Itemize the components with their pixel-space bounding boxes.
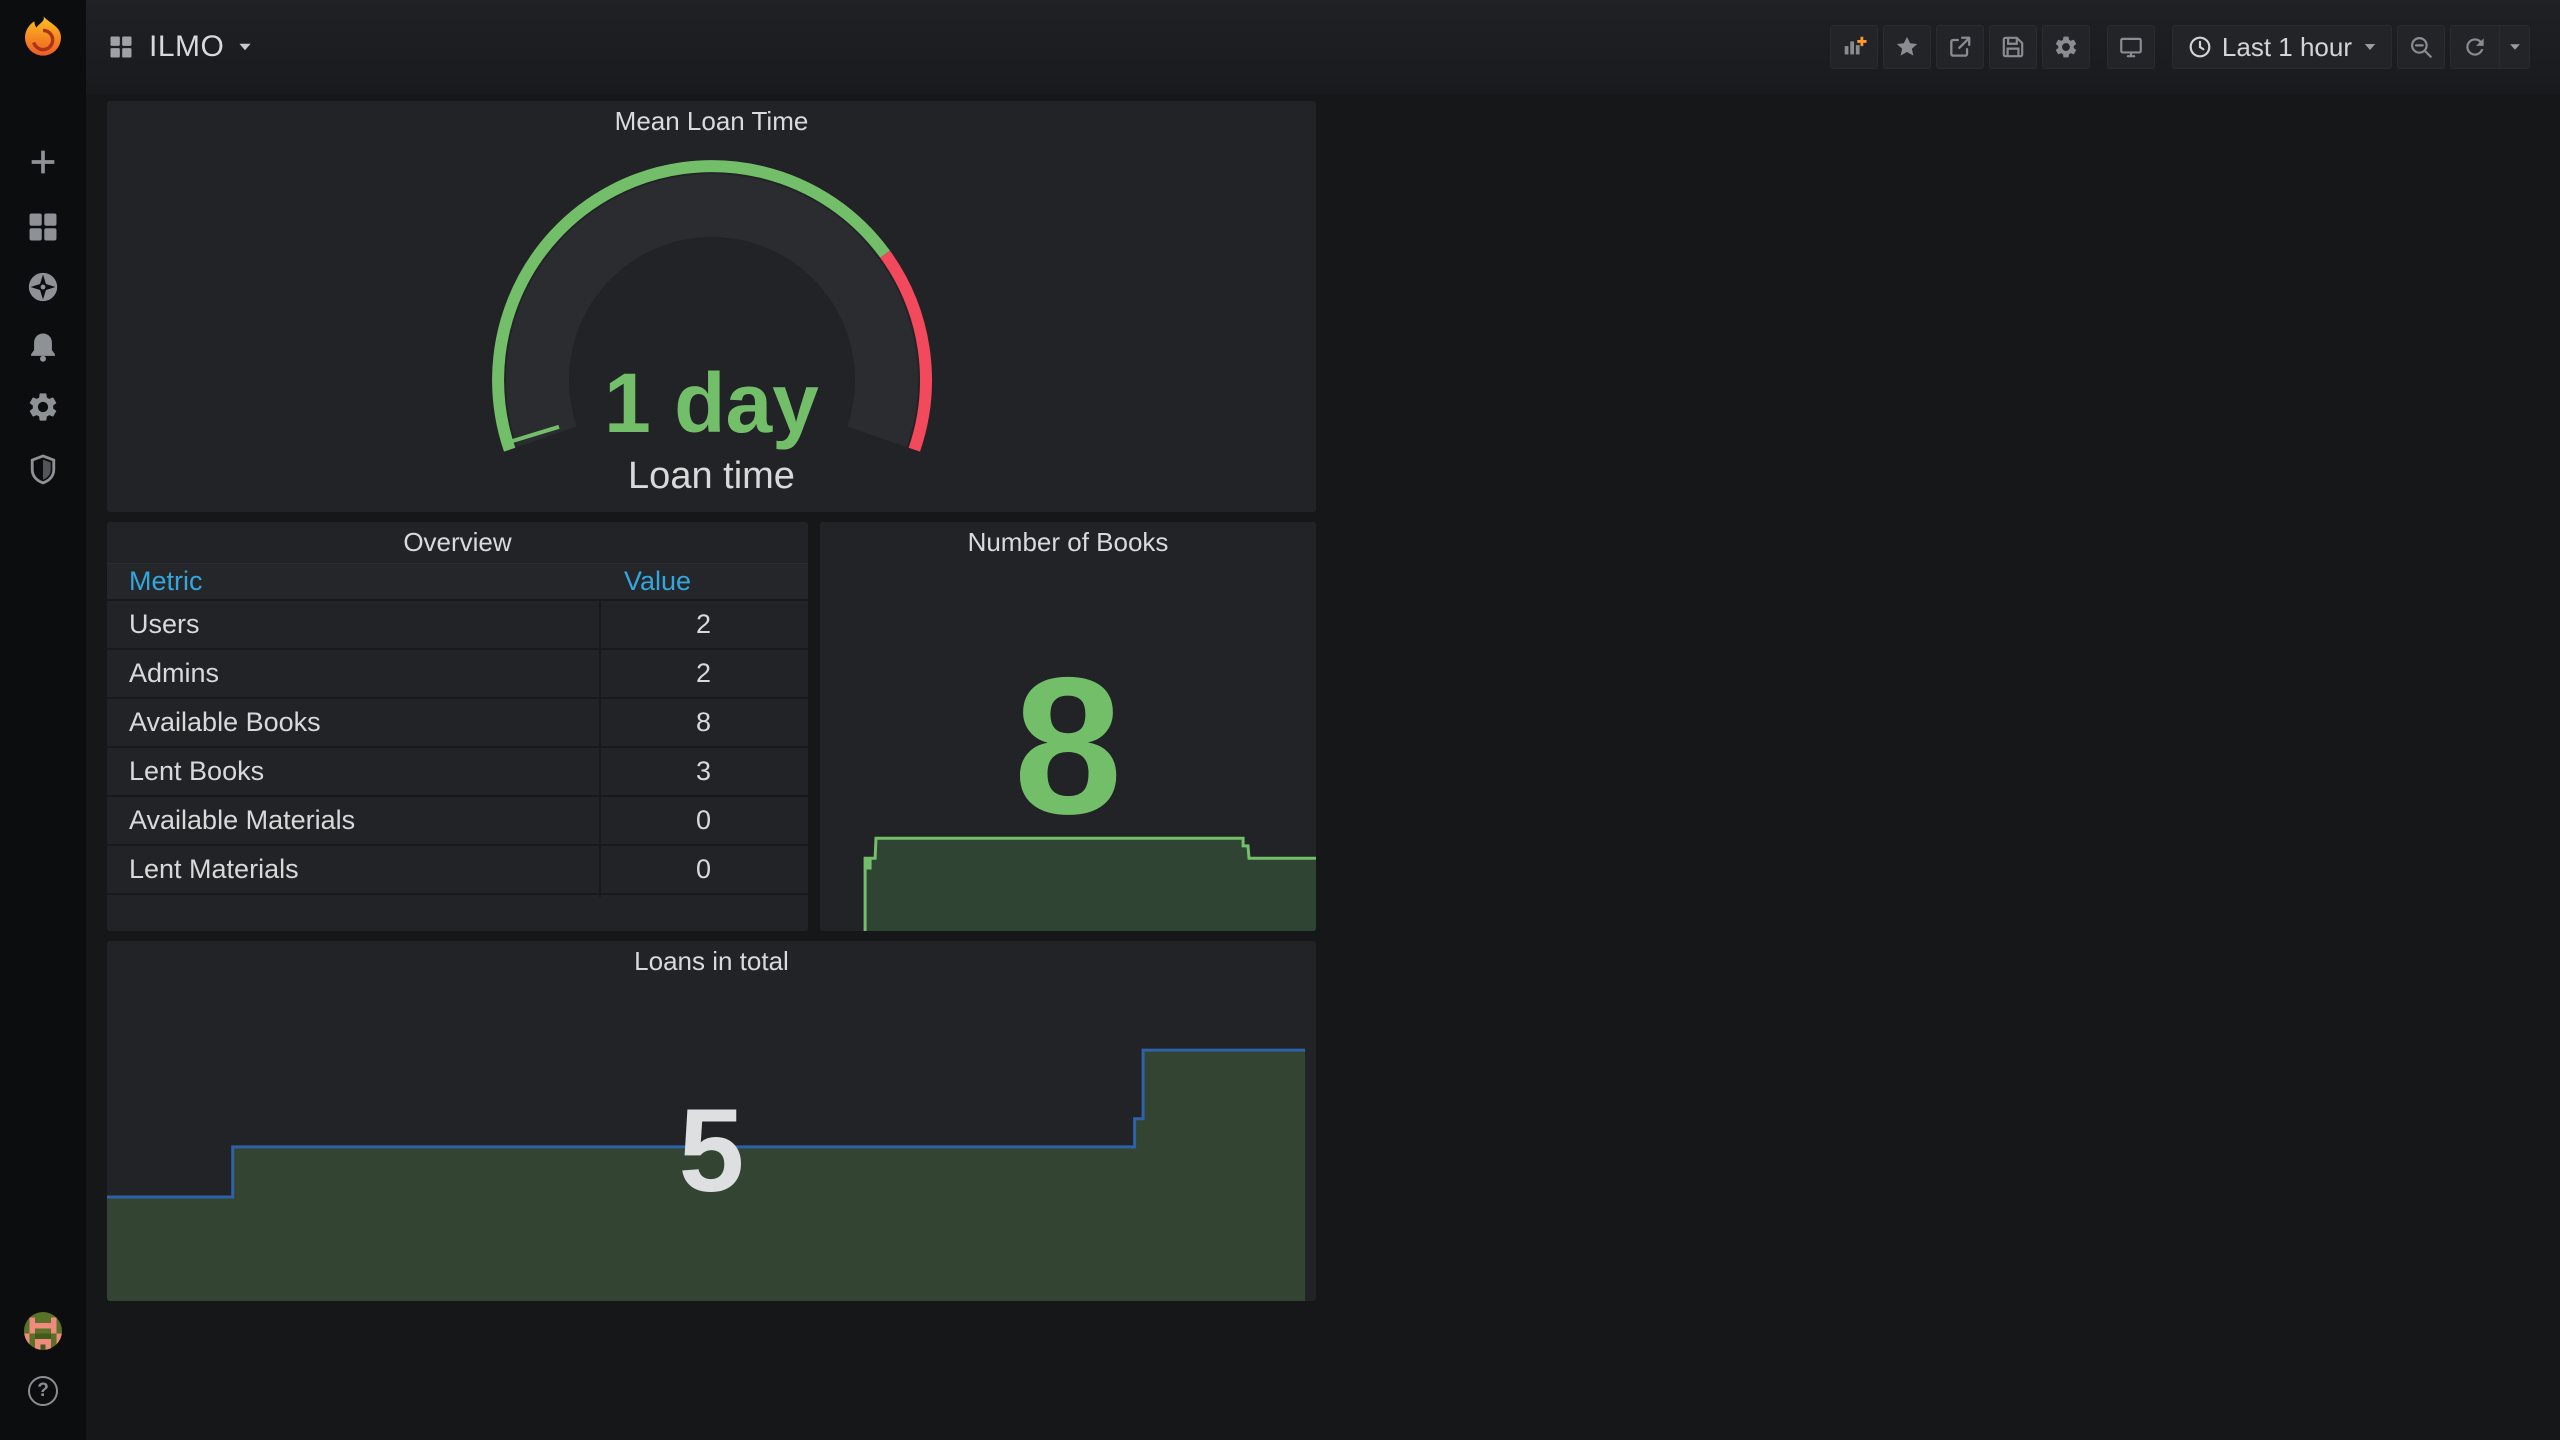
cell-value: 3 (695, 756, 712, 786)
panel-title[interactable]: Mean Loan Time (107, 101, 1316, 141)
add-panel-button[interactable] (1829, 25, 1878, 69)
table-row: Admins 2 (107, 650, 808, 699)
dashboard-grid-icon (107, 33, 135, 61)
sidebar-item-create[interactable] (26, 145, 60, 179)
table-row: Users 2 (107, 601, 808, 650)
dashboard-title-dropdown[interactable]: ILMO (107, 30, 252, 64)
cell-value: 0 (695, 854, 712, 884)
dashboard-title: ILMO (149, 30, 225, 63)
time-range-picker[interactable]: Last 1 hour (2171, 25, 2392, 69)
top-navbar: ILMO Last 1 hour (86, 0, 2560, 94)
cell-value: 0 (695, 805, 712, 835)
share-button[interactable] (1935, 25, 1984, 69)
compass-icon (28, 272, 58, 302)
column-header-value[interactable]: Value (599, 566, 808, 597)
sidebar-item-explore[interactable] (26, 270, 60, 304)
gauge-value: 1 day (604, 356, 819, 450)
table-body: Users 2 Admins 2 Available Books 8 Lent … (107, 601, 808, 895)
shield-icon (30, 454, 56, 485)
refresh-button[interactable] (2451, 26, 2499, 68)
table-row: Lent Books 3 (107, 748, 808, 797)
navbar-actions: Last 1 hour (1829, 25, 2530, 69)
refresh-interval-dropdown[interactable] (2499, 26, 2529, 68)
zoom-out-button[interactable] (2397, 25, 2445, 69)
sidebar-item-configuration[interactable] (26, 390, 60, 424)
table-row: Lent Materials 0 (107, 846, 808, 895)
gear-icon (29, 393, 57, 421)
monitor-icon (2120, 37, 2142, 58)
chevron-down-icon (2364, 44, 2376, 50)
refresh-icon (2466, 38, 2484, 56)
cell-value: 2 (695, 609, 712, 639)
chevron-down-icon (2509, 44, 2520, 50)
save-icon (2002, 36, 2024, 58)
cell-metric: Lent Books (129, 756, 265, 786)
bell-icon (31, 333, 55, 362)
dashboard-settings-button[interactable] (2041, 25, 2090, 69)
grid-icon (29, 213, 57, 241)
plus-icon (31, 150, 55, 174)
table-header-row: Metric Value (107, 563, 808, 601)
cell-value: 8 (695, 707, 712, 737)
panel-number-of-books: Number of Books 8 (820, 522, 1316, 931)
panel-overview-table: Overview Metric Value Users 2 Admins 2 A… (107, 522, 808, 931)
gauge-label: Loan time (628, 455, 795, 497)
gauge-chart (492, 160, 932, 452)
sidebar-item-server-admin[interactable] (26, 452, 60, 486)
star-icon (1896, 36, 1918, 56)
cell-metric: Users (129, 609, 200, 639)
stat-value: 5 (678, 1085, 745, 1217)
table-row: Available Books 8 (107, 699, 808, 748)
sidebar-item-alerting[interactable] (26, 330, 60, 364)
table-row: Available Materials 0 (107, 797, 808, 846)
panel-title[interactable]: Loans in total (107, 941, 1316, 981)
share-icon (1950, 36, 1971, 57)
table-column-divider (599, 601, 601, 897)
time-range-label: Last 1 hour (2221, 31, 2352, 62)
column-header-metric[interactable]: Metric (107, 566, 599, 597)
cell-metric: Lent Materials (129, 854, 299, 884)
save-button[interactable] (1988, 25, 2037, 69)
panel-title[interactable]: Overview (107, 522, 808, 562)
sidebar: ? (0, 0, 86, 1440)
cell-metric: Admins (129, 658, 220, 688)
panel-title[interactable]: Number of Books (820, 522, 1316, 562)
panel-loans-in-total: Loans in total 5 (107, 941, 1316, 1301)
tv-mode-button[interactable] (2106, 25, 2155, 69)
zoom-out-icon (2411, 37, 2432, 58)
cell-metric: Available Materials (129, 805, 356, 835)
stat-value: 8 (1013, 637, 1123, 855)
help-icon[interactable]: ? (28, 1376, 58, 1406)
panel-mean-loan-time: Mean Loan Time 1 day Loan time (107, 101, 1316, 512)
gear-icon (2055, 36, 2077, 58)
chevron-down-icon (239, 43, 251, 51)
grafana-app: ? ILMO Last 1 hour Mean Loan Time 1 day … (0, 0, 2560, 1440)
user-avatar[interactable] (24, 1312, 62, 1350)
clock-icon (2189, 36, 2211, 58)
cell-value: 2 (695, 658, 712, 688)
star-button[interactable] (1882, 25, 1931, 69)
dashboard-grid: Mean Loan Time 1 day Loan time Overview … (86, 94, 2560, 1440)
grafana-logo-icon[interactable] (19, 14, 67, 62)
refresh-button-group (2450, 25, 2530, 69)
cell-metric: Available Books (129, 707, 321, 737)
add-panel-icon (1844, 36, 1867, 55)
sidebar-item-dashboards[interactable] (26, 210, 60, 244)
